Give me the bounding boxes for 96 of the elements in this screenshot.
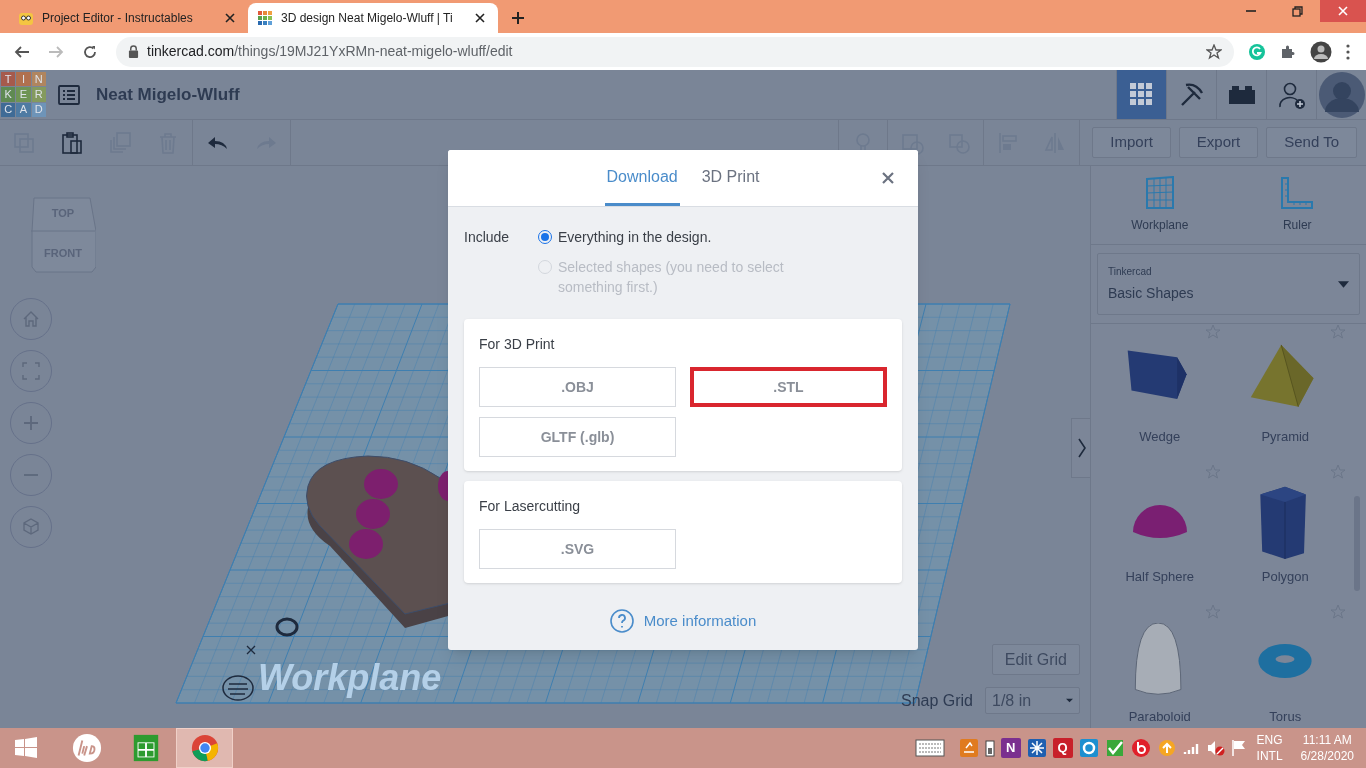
section-title: For 3D Print: [479, 335, 556, 354]
menu-button[interactable]: [1346, 43, 1350, 60]
format-button[interactable]: .OBJ: [479, 367, 676, 407]
kebab-menu-icon: [1346, 43, 1350, 60]
workplane-label: Workplane: [258, 657, 442, 698]
help-icon: [609, 609, 634, 633]
keyboard-icon[interactable]: [914, 739, 945, 757]
origin-ring-icon: [275, 617, 299, 637]
shape-tile[interactable]: Torus: [1222, 608, 1348, 728]
snowflake-icon[interactable]: [1026, 738, 1047, 758]
avatar-icon: [1310, 40, 1332, 63]
battery-icon[interactable]: [984, 739, 995, 757]
user-avatar[interactable]: [1318, 71, 1365, 118]
paste-icon: [60, 130, 84, 155]
close-icon: [1336, 4, 1350, 18]
collapse-panel-button[interactable]: [1071, 418, 1091, 478]
edit-grid-button[interactable]: Edit Grid: [991, 644, 1080, 675]
url-path: /things/19MJ21YxRMn-neat-migelo-wluff/edit: [234, 43, 513, 59]
close-icon: [225, 13, 235, 23]
close-icon: [475, 13, 485, 23]
tile-grid-favicon-icon: [258, 10, 273, 26]
snap-grid-select[interactable]: 1/8 in: [985, 687, 1080, 714]
shape-tile[interactable]: Polygon: [1222, 468, 1348, 588]
input-language-indicator[interactable]: ENG INTL: [1256, 732, 1283, 764]
circle-logo-icon: [71, 733, 102, 763]
nav-button[interactable]: [1116, 70, 1166, 119]
tinkercad-logo[interactable]: T I N K E R C A D: [1, 72, 46, 117]
checkmark-icon[interactable]: [1104, 738, 1125, 758]
browser-tab[interactable]: Project Editor - Instructables: [8, 3, 248, 33]
extension-logo-icon: [1248, 42, 1266, 61]
plus-icon: [511, 11, 525, 25]
caret-icon: [1338, 280, 1349, 288]
windows-logo-icon: [14, 736, 38, 760]
tab-title: 3D design Neat Migelo-Wluff | Ti: [281, 10, 454, 27]
more-information-link[interactable]: More information: [609, 609, 757, 633]
format-button[interactable]: GLTF (.glb): [479, 417, 676, 457]
star-icon: [1206, 43, 1222, 60]
tab-title: Project Editor - Instructables: [42, 10, 194, 27]
shape-tile[interactable]: Wedge: [1097, 328, 1223, 448]
include-option[interactable]: Everything in the design.: [538, 227, 828, 247]
panel-tool-button[interactable]: Workplane: [1091, 166, 1229, 245]
ring-icon[interactable]: [1078, 738, 1099, 758]
dialog-tab[interactable]: Download: [604, 150, 680, 206]
shape-tile[interactable]: Paraboloid: [1097, 608, 1223, 728]
toolbar-action-button[interactable]: Send To: [1266, 127, 1357, 158]
profile-button[interactable]: [1310, 40, 1332, 63]
chevron-right-icon: [1077, 438, 1086, 458]
panel-tool-button[interactable]: Ruler: [1228, 166, 1366, 245]
shape-library-dropdown[interactable]: Tinkercad Basic Shapes: [1097, 253, 1360, 315]
fit-view-icon: [20, 360, 42, 382]
half-sphere-shape-icon: [1131, 503, 1188, 539]
lock-icon: [128, 45, 139, 58]
tray-app-icon[interactable]: [1130, 738, 1151, 758]
browser-tab[interactable]: 3D design Neat Migelo-Wluff | Ti: [248, 3, 498, 33]
robot-favicon-icon: [18, 10, 34, 26]
ruler-icon: [1280, 176, 1315, 211]
url-host: tinkercad.com: [147, 43, 235, 59]
tray-app-icon[interactable]: Q: [1052, 738, 1073, 758]
dropdown-value: Basic Shapes: [1108, 284, 1194, 304]
dialog-tab[interactable]: 3D Print: [699, 150, 762, 206]
list-icon: [58, 84, 80, 105]
back-arrow-icon: [14, 43, 30, 60]
address-field[interactable]: tinkercad.com/things/19MJ21YxRMn-neat-migelo-wluff/edit: [116, 36, 1234, 67]
cross-mark-icon: [246, 645, 256, 655]
tray-app-icon[interactable]: N: [1000, 738, 1021, 758]
close-icon: [882, 172, 894, 184]
extensions-button[interactable]: [1280, 43, 1296, 60]
add-user-icon: [1277, 80, 1306, 109]
chrome-icon: [189, 733, 220, 763]
tray-app-icon[interactable]: [958, 738, 979, 758]
toolbar-action-button[interactable]: Export: [1178, 127, 1259, 158]
caret-icon: [1066, 697, 1073, 704]
design-title[interactable]: Neat Migelo-Wluff: [96, 81, 240, 108]
snap-grid-label: Snap Grid: [900, 690, 973, 711]
minimize-icon: [1246, 10, 1256, 12]
speaker-muted-icon[interactable]: [1206, 740, 1225, 756]
signal-bars-icon[interactable]: [1182, 741, 1201, 755]
clock[interactable]: 11:11 AM 6/28/2020: [1300, 732, 1354, 764]
section-title: For Lasercutting: [479, 497, 582, 516]
close-window-button[interactable]: [1320, 0, 1366, 22]
bookmark-button[interactable]: [1206, 43, 1222, 60]
format-button[interactable]: .STL: [690, 367, 887, 407]
shape-tile[interactable]: Half Sphere: [1097, 468, 1223, 588]
taskbar-app-button[interactable]: [176, 728, 233, 768]
format-button[interactable]: .SVG: [479, 529, 676, 569]
flag-icon[interactable]: [1230, 739, 1247, 757]
extension-button[interactable]: [1248, 42, 1266, 61]
include-label: Include: [464, 228, 511, 247]
puzzle-icon: [1280, 43, 1296, 60]
restore-icon: [1290, 4, 1304, 18]
close-dialog-button[interactable]: [880, 170, 896, 186]
reload-icon: [82, 43, 98, 60]
forward-arrow-icon: [48, 43, 64, 60]
dropdown-caption: Tinkercad: [1108, 265, 1153, 280]
toolbar-action-button[interactable]: Import: [1092, 127, 1171, 158]
shape-tile[interactable]: Pyramid: [1222, 328, 1348, 448]
